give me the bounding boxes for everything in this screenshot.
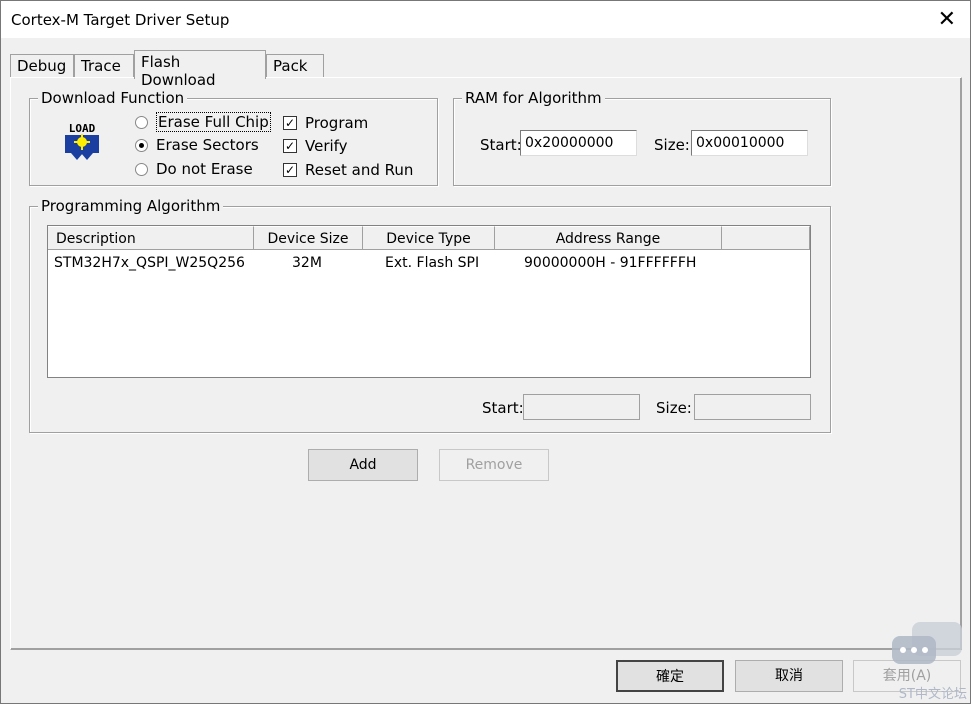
column-header-device-size[interactable]: Device Size [254,226,363,250]
column-header-device-type[interactable]: Device Type [363,226,495,250]
ram-start-label: Start: [480,136,522,154]
radio-label: Erase Full Chip [156,112,271,132]
radio-do-not-erase[interactable]: Do not Erase [135,160,253,178]
cell-device-size: 32M [292,255,322,271]
tab-label: Trace [81,57,121,75]
column-label: Address Range [555,231,661,247]
radio-button [135,138,148,152]
column-header-description[interactable]: Description [48,226,254,250]
radio-erase-full-chip[interactable]: Erase Full Chip [135,112,271,132]
checkbox-program[interactable]: ✓ Program [283,114,368,132]
ram-size-label: Size: [654,136,690,154]
tab-label: Pack [273,57,308,75]
add-button[interactable]: Add [308,449,418,481]
checkbox-label: Verify [305,137,348,155]
cell-address-range: 90000000H - 91FFFFFFH [524,255,697,271]
checkbox-label: Reset and Run [305,161,414,179]
radio-label: Erase Sectors [156,136,259,154]
group-label: RAM for Algorithm [462,89,605,107]
load-icon: LOAD [61,120,103,160]
radio-label: Do not Erase [156,160,253,178]
close-icon[interactable]: ✕ [938,7,956,32]
tab-debug[interactable]: Debug [10,54,74,78]
cell-description: STM32H7x_QSPI_W25Q256 [54,255,245,271]
title-bar: Cortex-M Target Driver Setup ✕ [0,0,971,38]
tab-label: Flash Download [141,53,216,89]
watermark: ST中文论坛 [898,687,967,702]
checkbox-reset-and-run[interactable]: ✓ Reset and Run [283,161,413,179]
column-label: Device Size [267,231,349,247]
column-label: Description [56,231,136,247]
ok-button[interactable]: 確定 [616,660,724,692]
column-header-address-range[interactable]: Address Range [495,226,722,250]
checkbox-label: Program [305,114,369,132]
remove-button[interactable]: Remove [439,449,549,481]
column-header-empty [722,226,810,250]
ram-size-input[interactable] [691,130,808,156]
radio-button [135,115,148,129]
tab-trace[interactable]: Trace [74,54,134,78]
load-icon-text: LOAD [69,122,96,135]
checkbox-verify[interactable]: ✓ Verify [283,137,348,155]
checkmark-icon: ✓ [283,116,297,130]
cell-device-type: Ext. Flash SPI [385,255,480,271]
algorithm-size-input[interactable] [694,394,811,420]
window-title: Cortex-M Target Driver Setup [11,11,230,29]
checkmark-icon: ✓ [283,163,297,177]
cancel-button[interactable]: 取消 [735,660,843,692]
chat-bubble-icon [892,622,962,664]
algorithm-size-label: Size: [656,399,692,417]
list-header: Description Device Size Device Type Addr… [48,226,810,250]
tab-pack[interactable]: Pack [266,54,324,78]
ram-start-input[interactable] [520,130,637,156]
checkmark-icon: ✓ [283,139,297,153]
tab-label: Debug [17,57,67,75]
group-label: Download Function [38,89,188,107]
column-label: Device Type [386,231,471,247]
group-label: Programming Algorithm [38,197,224,215]
radio-erase-sectors[interactable]: Erase Sectors [135,136,259,154]
algorithm-start-input[interactable] [523,394,640,420]
algorithm-start-label: Start: [482,399,524,417]
algorithm-list[interactable]: Description Device Size Device Type Addr… [47,225,811,378]
tab-flash-download[interactable]: Flash Download [134,50,266,89]
radio-button [135,162,148,176]
